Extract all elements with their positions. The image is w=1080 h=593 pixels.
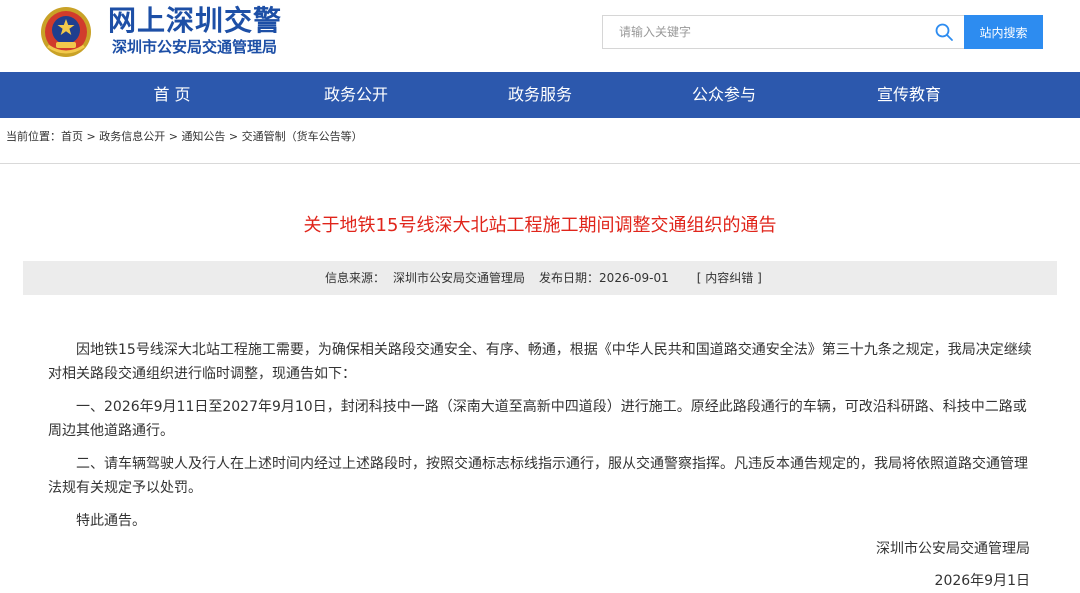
search-icon[interactable] bbox=[934, 22, 954, 42]
source-value: 深圳市公安局交通管理局 bbox=[393, 271, 526, 285]
article-meta-bar: 信息来源： 深圳市公安局交通管理局 发布日期：2026-09-01 [ 内容纠错 ] bbox=[23, 261, 1057, 295]
breadcrumb-item-gov-info[interactable]: 政务信息公开 bbox=[99, 130, 165, 143]
article-body: 因地铁15号线深大北站工程施工需要，为确保相关路段交通安全、有序、畅通，根据《中… bbox=[48, 338, 1038, 542]
nav-item-home[interactable]: 首 页 bbox=[102, 72, 242, 118]
police-emblem-icon[interactable] bbox=[40, 6, 92, 58]
search-box bbox=[602, 15, 964, 49]
article-paragraph: 特此通告。 bbox=[76, 513, 146, 529]
breadcrumb-prefix: 当前位置： bbox=[6, 130, 61, 143]
nav-item-publicity-education[interactable]: 宣传教育 bbox=[839, 72, 979, 118]
site-title[interactable]: 网上深圳交警 bbox=[108, 4, 282, 38]
signature-date: 2026年9月1日 bbox=[934, 573, 1030, 589]
breadcrumb-item-home[interactable]: 首页 bbox=[61, 130, 83, 143]
site-header: 网上深圳交警 深圳市公安局交通管理局 站内搜索 bbox=[0, 0, 1080, 72]
search-input[interactable] bbox=[603, 16, 923, 48]
site-subtitle: 深圳市公安局交通管理局 bbox=[112, 38, 278, 56]
main-nav: 首 页 政务公开 政务服务 公众参与 宣传教育 bbox=[0, 72, 1080, 118]
nav-item-public-participation[interactable]: 公众参与 bbox=[654, 72, 794, 118]
article-paragraph: 二、请车辆驾驶人及行人在上述时间内经过上述路段时，按照交通标志标线指示通行，服从… bbox=[48, 456, 1028, 496]
breadcrumb-separator: > bbox=[83, 130, 100, 143]
breadcrumb-item-notices[interactable]: 通知公告 bbox=[181, 130, 225, 143]
nav-item-government-affairs[interactable]: 政务公开 bbox=[286, 72, 426, 118]
breadcrumb-separator: > bbox=[225, 130, 242, 143]
breadcrumb-divider bbox=[0, 163, 1080, 164]
article-paragraph: 因地铁15号线深大北站工程施工需要，为确保相关路段交通安全、有序、畅通，根据《中… bbox=[48, 342, 1032, 382]
signature-org: 深圳市公安局交通管理局 bbox=[876, 541, 1030, 557]
article-paragraph: 一、2026年9月11日至2027年9月10日，封闭科技中一路（深南大道至高新中… bbox=[48, 399, 1027, 439]
site-search-button[interactable]: 站内搜索 bbox=[964, 15, 1043, 49]
nav-item-government-services[interactable]: 政务服务 bbox=[470, 72, 610, 118]
breadcrumb: 当前位置：首页 > 政务信息公开 > 通知公告 > 交通管制（货车公告等） bbox=[6, 129, 363, 145]
date-label: 发布日期： bbox=[539, 271, 600, 285]
article-meta: 信息来源： 深圳市公安局交通管理局 发布日期：2026-09-01 [ 内容纠错 ] bbox=[325, 261, 762, 295]
content-correction-link[interactable]: [ 内容纠错 ] bbox=[697, 261, 762, 295]
source-label: 信息来源： bbox=[325, 271, 386, 285]
article-title: 关于地铁15号线深大北站工程施工期间调整交通组织的通告 bbox=[303, 215, 777, 236]
breadcrumb-separator: > bbox=[165, 130, 182, 143]
publish-date: 2026-09-01 bbox=[599, 271, 669, 285]
breadcrumb-item-traffic-control[interactable]: 交通管制（货车公告等） bbox=[242, 130, 363, 143]
